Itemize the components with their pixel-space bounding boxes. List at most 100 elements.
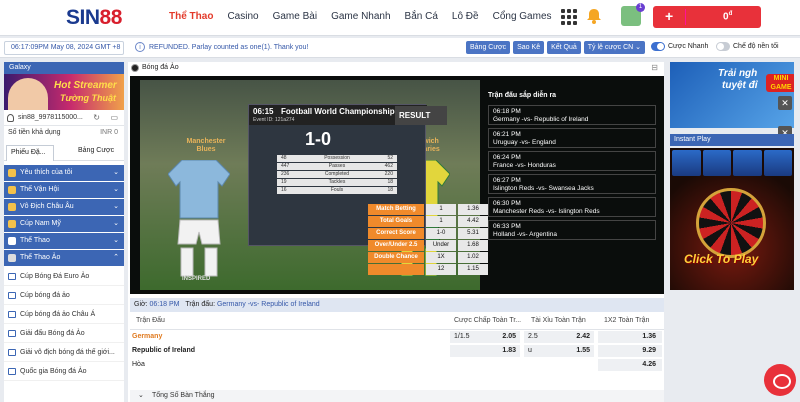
user-icon bbox=[7, 114, 14, 122]
sidebar-item-label: Cúp bóng đá ảo Châu Á bbox=[20, 311, 96, 318]
apps-grid-icon[interactable] bbox=[561, 9, 577, 25]
close-icon[interactable]: ✕ bbox=[778, 96, 792, 110]
bet-slip-button[interactable]: Bảng Cược bbox=[466, 41, 511, 54]
nav-card-games[interactable]: Game Bài bbox=[266, 11, 324, 22]
odds-label: Match Betting bbox=[368, 204, 424, 215]
nav-casino[interactable]: Casino bbox=[220, 11, 265, 22]
quick-bet-toggle[interactable] bbox=[651, 42, 665, 51]
upcoming-match-card[interactable]: 06:18 PM Germany -vs- Republic of Ireland bbox=[488, 105, 656, 125]
chevron-down-icon: ⌄ bbox=[113, 237, 119, 244]
odds-type-select[interactable]: Tỷ lệ cược CN ⌄ bbox=[583, 41, 646, 54]
refresh-icon[interactable]: ↻ bbox=[93, 110, 100, 126]
tab-bet-list[interactable]: Bảng Cược bbox=[78, 147, 114, 154]
announcement-text: REFUNDED. Parlay counted as one(1). Than… bbox=[149, 44, 309, 51]
handicap-odd[interactable]: 1/1.5 2.05 bbox=[450, 331, 520, 343]
dark-mode-toggle[interactable] bbox=[716, 42, 730, 51]
upcoming-teams: Uruguay -vs- England bbox=[493, 139, 556, 146]
upcoming-match-card[interactable]: 06:27 PM Islington Reds -vs- Swansea Jack… bbox=[488, 174, 656, 194]
menu-label: Thế Vận Hội bbox=[20, 186, 59, 193]
game-thumb[interactable] bbox=[702, 150, 731, 176]
sidebar-item-asian-cup[interactable]: Cúp bóng đá ảo Châu Á bbox=[4, 305, 124, 324]
deposit-button[interactable]: + 0đ bbox=[653, 6, 761, 28]
over-under-odd[interactable]: u 1.55 bbox=[524, 345, 594, 357]
odds-value: 4.42 bbox=[458, 216, 488, 227]
table-row: Republic of Ireland 1.83 u 1.55 9.29 bbox=[130, 344, 664, 358]
sidebar-item-world-championship[interactable]: Giải vô địch bóng đá thế giới... bbox=[4, 343, 124, 362]
star-icon bbox=[8, 169, 16, 177]
results-button[interactable]: Kết Quả bbox=[547, 41, 581, 54]
upcoming-teams: Holland -vs- Argentina bbox=[493, 231, 557, 238]
tab-bet-slip[interactable]: Phiếu Đặ... bbox=[6, 145, 54, 161]
info-icon: i bbox=[135, 42, 145, 52]
game-label: GAME bbox=[770, 84, 792, 91]
stat-away: 18 bbox=[387, 187, 393, 193]
1x2-odd[interactable]: 9.29 bbox=[598, 345, 662, 357]
nav-sports[interactable]: Thể Thao bbox=[162, 11, 220, 22]
click-to-play-label: Click To Play bbox=[684, 252, 759, 266]
sidebar-item-label: Giải vô địch bóng đá thế giới... bbox=[20, 349, 115, 356]
game-thumb[interactable] bbox=[763, 150, 792, 176]
team-name: Republic of Ireland bbox=[132, 347, 196, 354]
total-goals-section[interactable]: ⌄ Tổng Số Bàn Thắng bbox=[130, 390, 664, 402]
odds-value: 1.02 bbox=[458, 252, 488, 263]
left-sidebar: Galaxy Hot Streamer Tường Thuật sin88_99… bbox=[4, 62, 124, 402]
menu-copa-america[interactable]: Cúp Nam Mỹ ⌄ bbox=[4, 216, 124, 232]
game-thumb[interactable] bbox=[733, 150, 762, 176]
handicap-value: 2.05 bbox=[502, 333, 516, 340]
match-time: 06:18 PM bbox=[149, 301, 180, 308]
sidebar-item-label: Quốc gia Bóng đá Ảo bbox=[20, 368, 87, 375]
upcoming-match-card[interactable]: 06:30 PM Manchester Reds -vs- Islington R… bbox=[488, 197, 656, 217]
sidebar-item-euro-virtual[interactable]: Cúp Bóng Đá Euro Ảo bbox=[4, 267, 124, 286]
stat-home: 48 bbox=[281, 155, 287, 161]
username: sin88_9978115000... bbox=[18, 114, 83, 121]
logo[interactable]: SIN88 bbox=[66, 6, 122, 30]
mini-game-badge: MINI GAME bbox=[766, 74, 794, 92]
casino-promo-banner[interactable]: Click To Play bbox=[670, 148, 794, 290]
sub-bar: 06:17:09PM May 08, 2024 GMT +8 i REFUNDE… bbox=[0, 38, 800, 58]
chat-support-button[interactable] bbox=[764, 364, 796, 396]
virtual-match-video[interactable]: Manchester Blues Norwich Canaries INSPIR… bbox=[130, 76, 664, 294]
time-label: Giờ: bbox=[134, 301, 148, 308]
handicap-odd[interactable]: 1.83 bbox=[450, 345, 520, 357]
collapse-icon[interactable]: ⊟ bbox=[651, 62, 658, 74]
statement-button[interactable]: Sao Kê bbox=[513, 41, 545, 54]
upcoming-match-card[interactable]: 06:33 PM Holland -vs- Argentina bbox=[488, 220, 656, 240]
card-icon[interactable]: ▭ bbox=[110, 110, 118, 126]
over-under-odd[interactable]: 2.5 2.42 bbox=[524, 331, 594, 343]
sidebar-item-virtual-league[interactable]: Giải đấu Bóng đá Ảo bbox=[4, 324, 124, 343]
upcoming-time: 06:33 PM bbox=[493, 223, 521, 230]
nav-fishing[interactable]: Bắn Cá bbox=[398, 11, 445, 22]
1x2-odd[interactable]: 4.26 bbox=[598, 359, 662, 371]
bet-tabs: Phiếu Đặ... Bảng Cược bbox=[4, 143, 124, 161]
menu-sports[interactable]: Thể Thao ⌄ bbox=[4, 233, 124, 249]
home-team-text: Manchester Blues bbox=[186, 138, 226, 153]
galaxy-header[interactable]: Galaxy bbox=[4, 62, 124, 74]
1x2-odd[interactable]: 1.36 bbox=[598, 331, 662, 343]
game-thumb[interactable] bbox=[672, 150, 701, 176]
nav-lottery[interactable]: Lô Đề bbox=[445, 11, 486, 22]
upcoming-teams: Manchester Reds -vs- Islington Reds bbox=[493, 208, 600, 215]
league-icon bbox=[8, 292, 16, 299]
menu-olympics[interactable]: Thế Vận Hội ⌄ bbox=[4, 182, 124, 198]
match-info-bar: Giờ: 06:18 PM Trận đấu: Germany -vs- Rep… bbox=[130, 298, 664, 312]
bell-icon[interactable] bbox=[585, 7, 603, 25]
menu-virtual-sports[interactable]: Thể Thao Ảo ⌃ bbox=[4, 250, 124, 266]
menu-favorites[interactable]: Yêu thích của tôi ⌄ bbox=[4, 165, 124, 181]
chevron-down-icon: ⌄ bbox=[113, 186, 119, 193]
menu-euro[interactable]: Vô Địch Châu Âu ⌄ bbox=[4, 199, 124, 215]
odds-selection: Under bbox=[426, 240, 456, 251]
nav-fast-games[interactable]: Game Nhanh bbox=[324, 11, 397, 22]
banner-title: Hot Streamer bbox=[54, 80, 117, 91]
chevron-down-icon: ⌄ bbox=[113, 203, 119, 210]
upcoming-teams: Islington Reds -vs- Swansea Jacks bbox=[493, 185, 594, 192]
sidebar-item-virtual-nations[interactable]: Quốc gia Bóng đá Ảo bbox=[4, 362, 124, 381]
promo-banner[interactable]: Trải ngh tuyệt đỉ MINI GAME bbox=[670, 62, 794, 128]
nav-game-portal[interactable]: Cổng Games bbox=[486, 11, 559, 22]
result-label: RESULT bbox=[395, 106, 447, 125]
streamer-banner[interactable]: Hot Streamer Tường Thuật bbox=[4, 74, 124, 110]
upcoming-match-card[interactable]: 06:21 PM Uruguay -vs- England bbox=[488, 128, 656, 148]
divider bbox=[685, 9, 686, 25]
upcoming-match-card[interactable]: 06:24 PM France -vs- Honduras bbox=[488, 151, 656, 171]
sidebar-item-virtual-cup[interactable]: Cúp bóng đá ảo bbox=[4, 286, 124, 305]
balance-amount: 0đ bbox=[723, 11, 732, 22]
